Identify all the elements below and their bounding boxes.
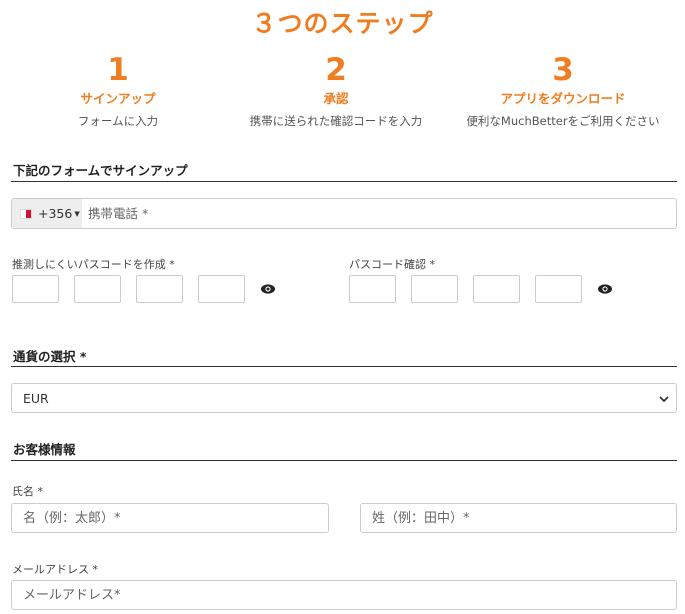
currency-section-title: 通貨の選択 *: [13, 349, 87, 364]
confirm-digit-1[interactable]: [349, 275, 396, 303]
divider: [11, 366, 677, 367]
phone-input[interactable]: [82, 199, 676, 228]
currency-selected-value: EUR: [23, 390, 49, 406]
confirm-digit-4[interactable]: [535, 275, 582, 303]
step-number: 3: [552, 52, 574, 88]
step-label: アプリをダウンロード: [500, 91, 626, 106]
passcode-digit-1[interactable]: [12, 275, 59, 303]
customer-section-title: お客様情報: [13, 442, 76, 457]
country-code: +356: [38, 206, 73, 221]
divider: [11, 460, 677, 461]
step-description: フォームに入力: [77, 114, 159, 128]
last-name-input[interactable]: [360, 503, 677, 533]
signup-section-title: 下記のフォームでサインアップ: [13, 163, 188, 178]
passcode-digit-4[interactable]: [198, 275, 245, 303]
step-1: 1 サインアップ フォームに入力: [0, 52, 238, 129]
malta-flag-icon: [20, 208, 32, 219]
step-description: 便利なMuchBetterをご利用ください: [466, 114, 660, 128]
eye-icon[interactable]: [261, 284, 275, 294]
step-label: 承認: [323, 91, 349, 106]
chevron-down-icon: [659, 396, 669, 403]
name-label: 氏名 *: [12, 485, 43, 498]
step-3: 3 アプリをダウンロード 便利なMuchBetterをご利用ください: [443, 52, 683, 129]
passcode-confirm-label: パスコード確認 *: [349, 258, 435, 271]
confirm-digit-3[interactable]: [473, 275, 520, 303]
passcode-digit-2[interactable]: [74, 275, 121, 303]
divider: [11, 181, 677, 182]
step-2: 2 承認 携帯に送られた確認コードを入力: [216, 52, 456, 129]
eye-icon[interactable]: [598, 284, 612, 294]
email-input[interactable]: [11, 580, 677, 610]
confirm-digit-2[interactable]: [411, 275, 458, 303]
phone-field: +356 ▼: [11, 198, 677, 229]
first-name-input[interactable]: [11, 503, 329, 533]
step-number: 2: [325, 52, 347, 88]
step-number: 1: [107, 52, 129, 88]
country-code-selector[interactable]: +356 ▼: [12, 199, 82, 228]
email-label: メールアドレス *: [12, 563, 98, 576]
passcode-label: 推測しにくいパスコードを作成 *: [12, 258, 175, 271]
currency-select[interactable]: EUR: [11, 383, 677, 413]
page-title: ３つのステップ: [251, 9, 434, 38]
passcode-digit-3[interactable]: [136, 275, 183, 303]
step-description: 携帯に送られた確認コードを入力: [249, 114, 423, 128]
caret-down-icon: ▼: [74, 209, 80, 218]
step-label: サインアップ: [80, 91, 156, 106]
